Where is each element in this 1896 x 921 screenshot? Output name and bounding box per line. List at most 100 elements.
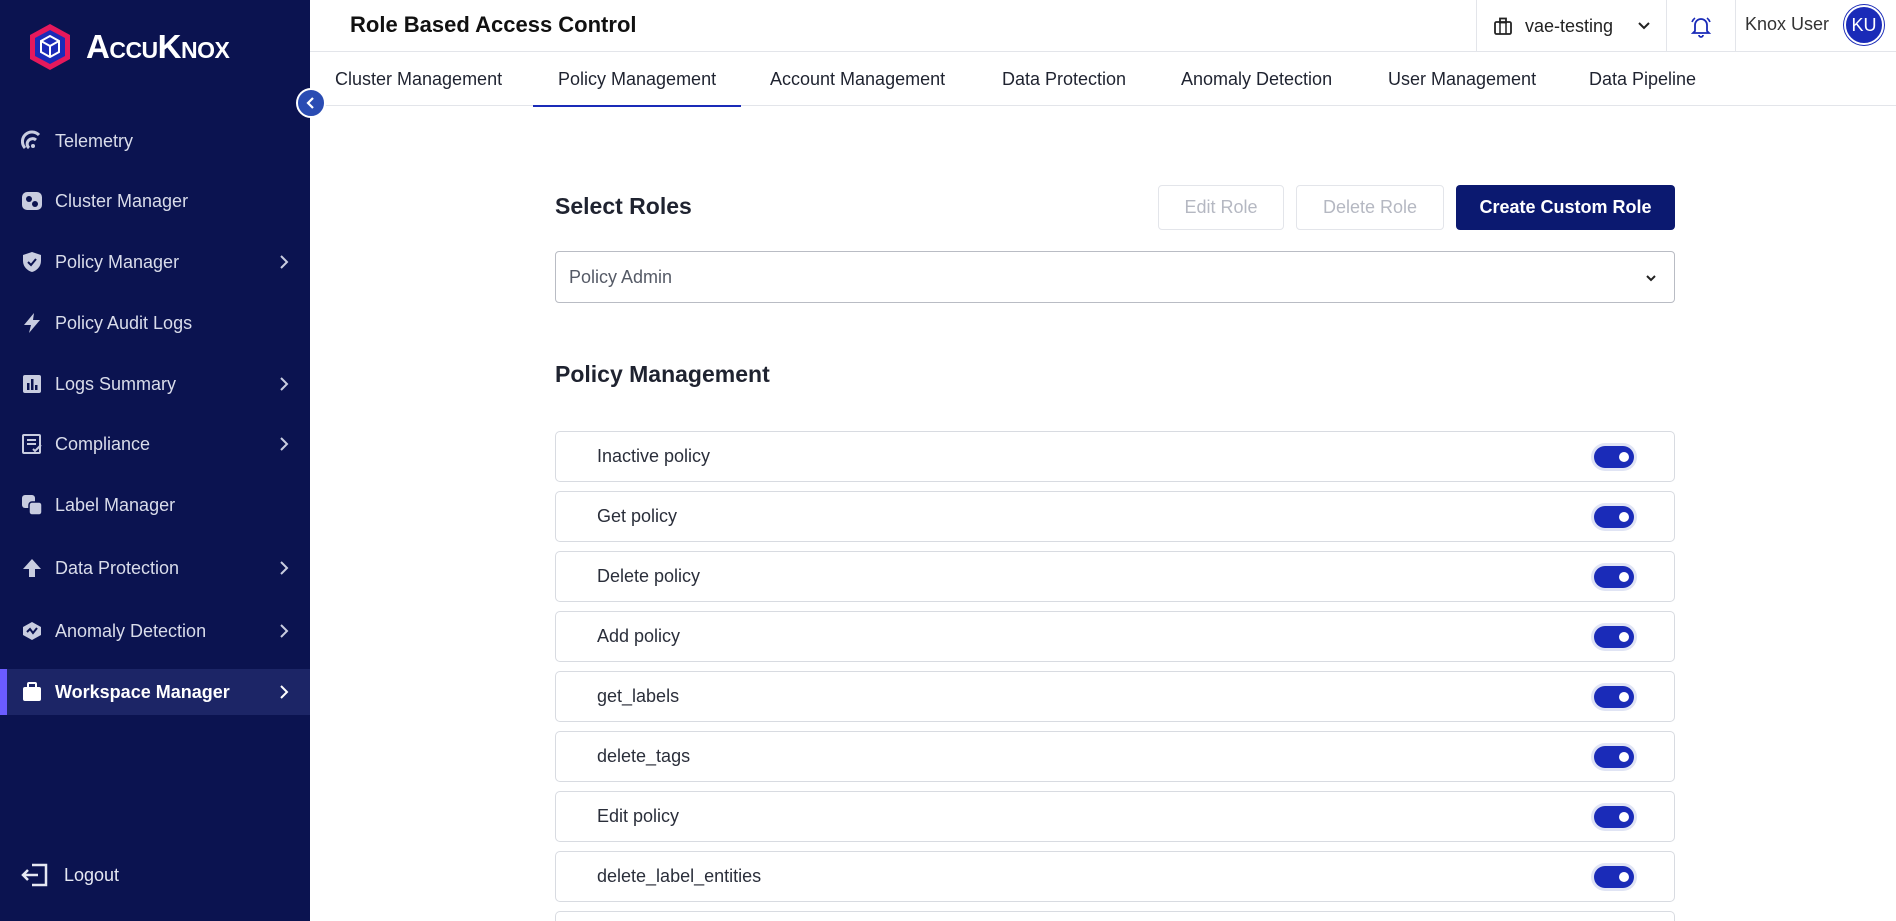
sidebar-item-label: Logs Summary <box>55 373 177 394</box>
chevron-right-icon <box>280 437 289 451</box>
top-bar: Role Based Access Control vae-testing Kn… <box>310 0 1896 52</box>
permission-row: delete_tags <box>555 731 1675 782</box>
sidebar-item-label: Cluster Manager <box>55 190 189 211</box>
tab-bar: Cluster Management Policy Management Acc… <box>310 52 1896 107</box>
permission-row-partial <box>555 911 1675 921</box>
logout-label: Logout <box>64 864 120 885</box>
tab-user-management[interactable]: User Management <box>1363 52 1561 106</box>
permission-label: Add policy <box>597 626 681 646</box>
chevron-right-icon <box>280 377 289 391</box>
page-title: Role Based Access Control <box>350 12 637 37</box>
shield-icon <box>20 250 44 274</box>
toggle-knob <box>1619 812 1629 822</box>
toggle-knob <box>1619 752 1629 762</box>
bell-icon <box>1690 17 1712 38</box>
toggle-knob <box>1619 632 1629 642</box>
sidebar-collapse-button[interactable] <box>296 88 326 118</box>
sidebar-item-label: Anomaly Detection <box>55 620 207 641</box>
permission-row: get_labels <box>555 671 1675 722</box>
chevron-right-icon <box>280 685 289 699</box>
role-select-value: Policy Admin <box>569 266 673 287</box>
select-roles-title: Select Roles <box>555 193 692 219</box>
notifications-button[interactable] <box>1666 0 1736 52</box>
sidebar-item-label: Compliance <box>55 433 151 454</box>
chevron-right-icon <box>280 561 289 575</box>
tab-account-management[interactable]: Account Management <box>745 52 970 106</box>
logo-hexagon-icon <box>30 24 70 70</box>
permission-toggle[interactable] <box>1594 866 1634 888</box>
permission-toggle[interactable] <box>1594 686 1634 708</box>
sidebar-item-label-manager[interactable]: Label Manager <box>0 482 310 528</box>
bar-chart-icon <box>20 372 44 396</box>
permission-toggle[interactable] <box>1594 626 1634 648</box>
permission-row: delete_label_entities <box>555 851 1675 902</box>
workspace-icon <box>1494 17 1512 35</box>
edit-role-button[interactable]: Edit Role <box>1158 185 1284 230</box>
permission-row: Add policy <box>555 611 1675 662</box>
permission-row: Inactive policy <box>555 431 1675 482</box>
sidebar-item-label: Label Manager <box>55 494 176 515</box>
permission-toggle[interactable] <box>1594 566 1634 588</box>
workspace-name: vae-testing <box>1525 15 1614 36</box>
tab-policy-management[interactable]: Policy Management <box>533 52 742 107</box>
tab-cluster-management[interactable]: Cluster Management <box>310 52 527 106</box>
permission-toggle[interactable] <box>1594 746 1634 768</box>
permission-toggle[interactable] <box>1594 446 1634 468</box>
sidebar-item-policy-manager[interactable]: Policy Manager <box>0 239 310 285</box>
sidebar-item-cluster-manager[interactable]: Cluster Manager <box>0 178 310 224</box>
sidebar-item-label: Policy Audit Logs <box>55 312 193 333</box>
checklist-icon <box>20 432 44 456</box>
cluster-icon <box>20 189 44 213</box>
role-select[interactable]: Policy Admin <box>555 251 1675 303</box>
permission-toggle[interactable] <box>1594 506 1634 528</box>
chevron-down-icon <box>1638 22 1650 30</box>
sidebar-item-anomaly-detection[interactable]: Anomaly Detection <box>0 608 310 654</box>
tab-data-protection[interactable]: Data Protection <box>977 52 1151 106</box>
user-name[interactable]: Knox User <box>1745 14 1829 35</box>
lightning-icon <box>20 311 44 335</box>
accuknox-logo[interactable]: AccuKnox <box>26 22 230 72</box>
toggle-knob <box>1619 512 1629 522</box>
sidebar-item-label: Policy Manager <box>55 251 180 272</box>
chevron-right-icon <box>280 624 289 638</box>
permission-label: Delete policy <box>597 566 701 586</box>
logout-button[interactable]: Logout <box>20 862 119 888</box>
sidebar-item-policy-audit-logs[interactable]: Policy Audit Logs <box>0 300 310 346</box>
permission-row: Edit policy <box>555 791 1675 842</box>
permissions-section-title: Policy Management <box>555 361 770 387</box>
label-icon <box>20 493 44 517</box>
workspace-selector[interactable]: vae-testing <box>1476 0 1666 52</box>
permission-label: delete_label_entities <box>597 866 762 886</box>
permission-row: Delete policy <box>555 551 1675 602</box>
chevron-right-icon <box>280 255 289 269</box>
permission-row: Get policy <box>555 491 1675 542</box>
sidebar-item-compliance[interactable]: Compliance <box>0 421 310 467</box>
sidebar-item-workspace-manager[interactable]: Workspace Manager <box>0 669 310 715</box>
permission-label: delete_tags <box>597 746 691 766</box>
permission-label: Edit policy <box>597 806 680 826</box>
sidebar-item-data-protection[interactable]: Data Protection <box>0 545 310 591</box>
chevron-down-icon <box>1646 275 1656 282</box>
tab-data-pipeline[interactable]: Data Pipeline <box>1564 52 1721 106</box>
avatar[interactable]: KU <box>1844 5 1884 45</box>
permission-label: Get policy <box>597 506 678 526</box>
tab-anomaly-detection[interactable]: Anomaly Detection <box>1156 52 1357 106</box>
permission-toggle[interactable] <box>1594 806 1634 828</box>
data-protection-icon <box>20 556 44 580</box>
toggle-knob <box>1619 572 1629 582</box>
sidebar-item-logs-summary[interactable]: Logs Summary <box>0 361 310 407</box>
toggle-knob <box>1619 872 1629 882</box>
delete-role-button[interactable]: Delete Role <box>1296 185 1444 230</box>
sidebar-item-label: Data Protection <box>55 557 180 578</box>
permission-label: Inactive policy <box>597 446 711 466</box>
chevron-left-icon <box>306 97 314 109</box>
toggle-knob <box>1619 452 1629 462</box>
briefcase-icon <box>20 680 44 704</box>
toggle-knob <box>1619 692 1629 702</box>
sidebar-item-telemetry[interactable]: Telemetry <box>0 118 310 164</box>
permission-label: get_labels <box>597 686 680 706</box>
brand-name: AccuKnox <box>86 28 230 65</box>
sidebar-item-label: Telemetry <box>55 130 134 151</box>
anomaly-icon <box>20 619 44 643</box>
create-custom-role-button[interactable]: Create Custom Role <box>1456 185 1675 230</box>
